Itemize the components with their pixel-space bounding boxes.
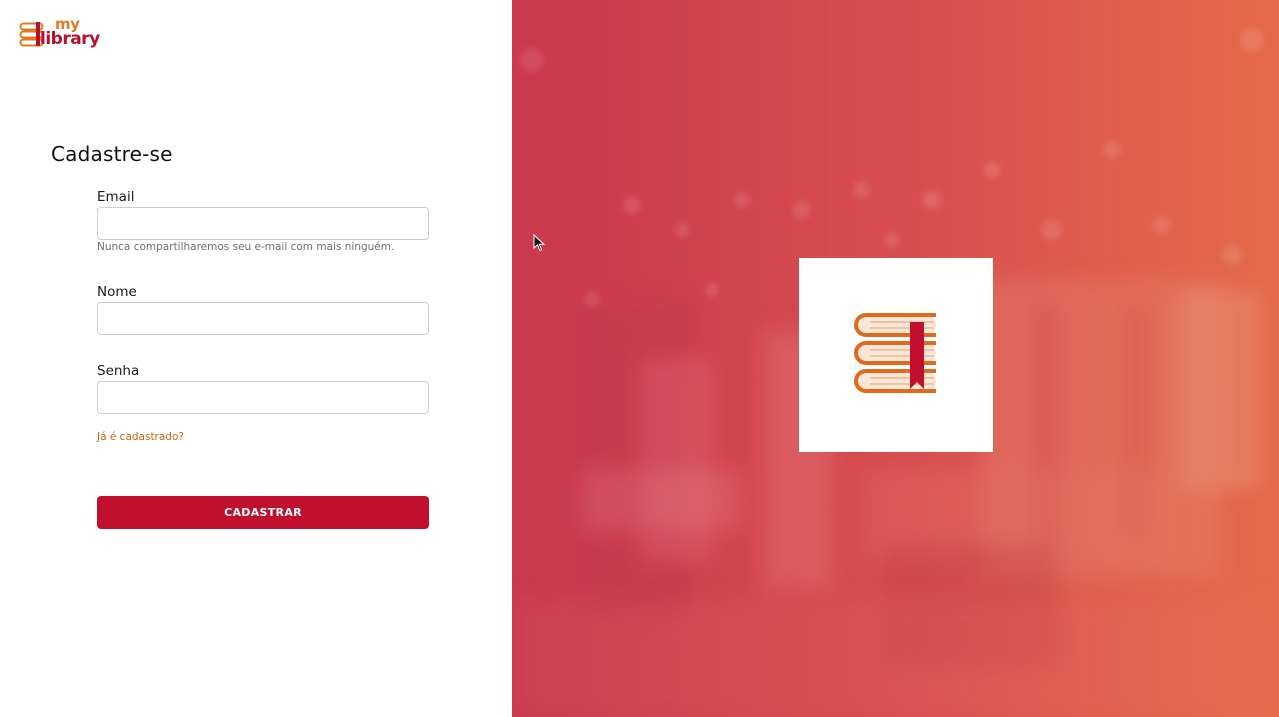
email-label: Email xyxy=(97,189,135,205)
name-label: Nome xyxy=(97,284,137,300)
logo-text-bottom: library xyxy=(40,29,100,49)
email-help-text: Nunca compartilharemos seu e-mail com ma… xyxy=(97,241,395,253)
logo-wordmark: my library xyxy=(40,17,100,49)
name-field[interactable] xyxy=(97,302,429,335)
signup-page: my library Cadastre-se Email Nunca compa… xyxy=(0,0,1279,717)
app-logo[interactable]: my library xyxy=(19,17,119,52)
mouse-pointer-icon xyxy=(533,234,545,252)
already-registered-link[interactable]: Já é cadastrado? xyxy=(97,431,184,443)
page-title: Cadastre-se xyxy=(51,142,173,166)
signup-button[interactable]: CADASTRAR xyxy=(97,496,429,529)
hero-panel xyxy=(512,0,1279,717)
books-illustration-card xyxy=(799,258,993,452)
signup-panel: my library Cadastre-se Email Nunca compa… xyxy=(0,0,512,717)
password-label: Senha xyxy=(97,363,140,379)
books-bookmark-icon xyxy=(854,313,936,393)
password-field[interactable] xyxy=(97,381,429,414)
email-field[interactable] xyxy=(97,207,429,240)
